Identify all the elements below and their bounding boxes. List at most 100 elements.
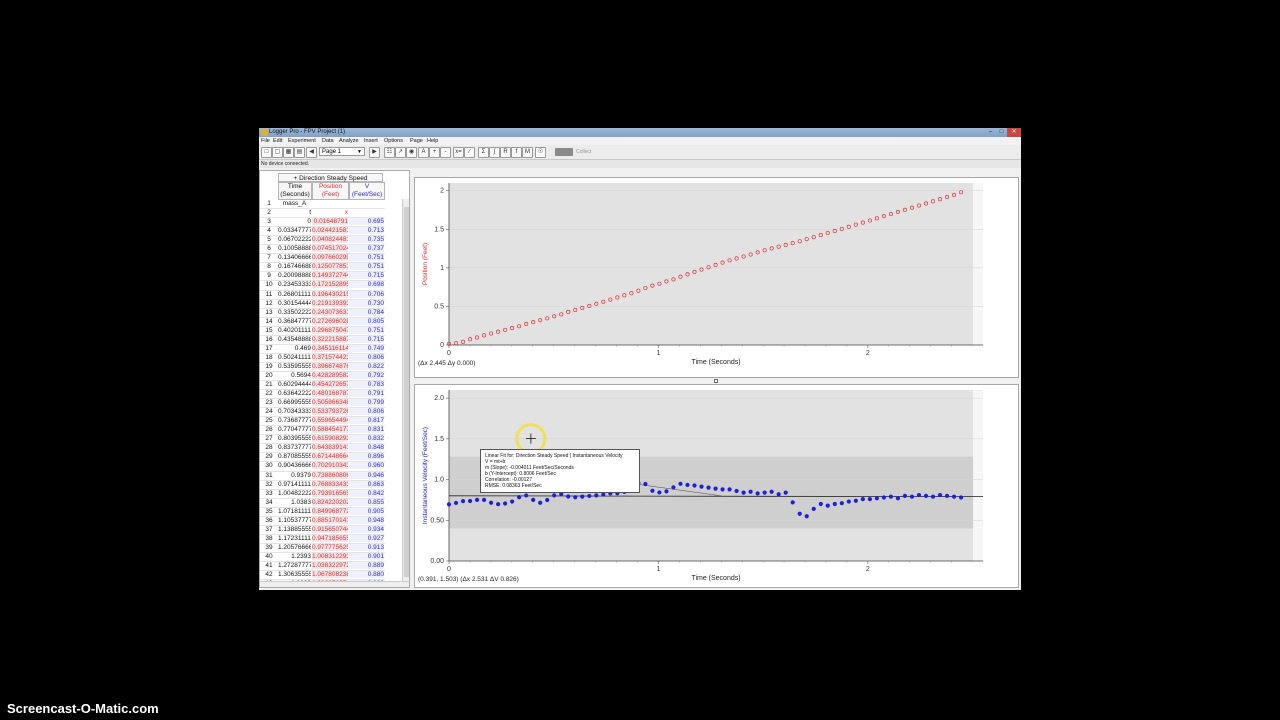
cell-time[interactable]: 1.306355556: [278, 571, 311, 578]
row-number[interactable]: 31: [260, 472, 278, 479]
zoom-in-icon[interactable]: +: [429, 147, 440, 158]
cell-velocity[interactable]: 0.751: [349, 263, 384, 271]
cell-velocity[interactable]: 0.783: [349, 381, 384, 388]
cell-velocity[interactable]: 0.799: [349, 399, 384, 407]
cell-time[interactable]: 0.167466889: [278, 263, 311, 270]
cell-velocity[interactable]: 0.805: [349, 317, 384, 325]
row-number[interactable]: 11: [260, 291, 278, 298]
cell-time[interactable]: 0.100588889: [278, 245, 311, 252]
cell-velocity[interactable]: 0.948: [349, 516, 384, 524]
scroll-thumb[interactable]: [404, 207, 409, 577]
cell-position[interactable]: 0.125077851: [312, 263, 348, 271]
row-number[interactable]: 20: [260, 372, 278, 379]
cell-position[interactable]: 0.296875047: [312, 326, 348, 334]
cell-time[interactable]: 1.2393: [278, 553, 311, 560]
cell-time[interactable]: 0.535955556: [278, 363, 311, 370]
row-number[interactable]: 5: [260, 236, 278, 243]
cell-time[interactable]: 1.205766667: [278, 544, 311, 551]
row-number[interactable]: 36: [260, 517, 278, 524]
cell-position[interactable]: 0.947185655: [312, 534, 348, 542]
zoom-out-icon[interactable]: -: [440, 147, 451, 158]
graph-icon[interactable]: ↗: [395, 147, 406, 158]
row-number[interactable]: 25: [260, 417, 278, 424]
cell-position[interactable]: 0.977775625: [312, 543, 348, 551]
cell-time[interactable]: 1.272877778: [278, 562, 311, 569]
cell-velocity[interactable]: 0.806: [349, 408, 384, 416]
row-number[interactable]: 10: [260, 281, 278, 288]
autoscale-icon[interactable]: A: [418, 147, 429, 158]
row-number[interactable]: 34: [260, 499, 278, 506]
cell-velocity[interactable]: 0.715: [349, 335, 384, 343]
row-number[interactable]: 28: [260, 444, 278, 451]
cell-position[interactable]: 0.322215887: [312, 335, 348, 343]
cell-velocity[interactable]: 0.749: [349, 344, 384, 352]
row-number[interactable]: 41: [260, 562, 278, 569]
cell-time[interactable]: 1.071811111: [278, 508, 311, 515]
print-icon[interactable]: ▤: [294, 147, 305, 158]
row-number[interactable]: 13: [260, 309, 278, 316]
cell-position[interactable]: 0.915650744: [312, 525, 348, 533]
cell-time[interactable]: 0.602944444: [278, 381, 311, 388]
cell-velocity[interactable]: 0.905: [349, 507, 384, 515]
menu-data[interactable]: Data: [322, 137, 334, 145]
cell-time[interactable]: 1.138855556: [278, 526, 311, 533]
lab-icon[interactable]: ☉: [535, 147, 546, 158]
cell-velocity[interactable]: 0.832: [349, 435, 384, 443]
column-header-velocity[interactable]: V (Feet/Sec): [349, 182, 385, 200]
row-number[interactable]: 29: [260, 453, 278, 460]
cell-velocity[interactable]: 0.927: [349, 534, 384, 542]
cell-position[interactable]: x: [312, 209, 348, 216]
open-folder-icon[interactable]: ▢: [272, 147, 283, 158]
cell-time[interactable]: 1.105377778: [278, 517, 311, 524]
cell-position[interactable]: 0.559654494: [312, 417, 348, 425]
cell-time[interactable]: 0.134066667: [278, 254, 311, 261]
cell-velocity[interactable]: 0.751: [349, 254, 384, 262]
cell-position[interactable]: 0.428289582: [312, 371, 348, 379]
row-number[interactable]: 40: [260, 553, 278, 560]
cell-velocity[interactable]: 0.831: [349, 426, 384, 434]
cell-velocity[interactable]: 0.901: [349, 552, 384, 560]
cell-time[interactable]: 0: [278, 218, 311, 225]
cell-time[interactable]: 0.971411111: [278, 481, 311, 488]
linear-fit-icon[interactable]: R: [500, 147, 511, 158]
cell-velocity[interactable]: 0.880: [349, 571, 384, 579]
cell-time[interactable]: 0.904366667: [278, 462, 311, 469]
cell-velocity[interactable]: 0.934: [349, 525, 384, 533]
cell-position[interactable]: 0.345116114: [312, 344, 348, 352]
row-number[interactable]: 24: [260, 408, 278, 415]
cell-position[interactable]: 0.849968772: [312, 507, 348, 515]
row-number[interactable]: 9: [260, 272, 278, 279]
close-icon[interactable]: ✕: [1007, 128, 1021, 137]
row-number[interactable]: 19: [260, 363, 278, 370]
row-number[interactable]: 8: [260, 263, 278, 270]
cell-velocity[interactable]: 0.784: [349, 308, 384, 316]
cell-position[interactable]: 0.643839141: [312, 444, 348, 452]
cell-velocity[interactable]: 0.855: [349, 498, 384, 506]
cell-velocity[interactable]: 0.791: [349, 390, 384, 398]
cell-position[interactable]: 0.768833433: [312, 480, 348, 488]
row-number[interactable]: 35: [260, 508, 278, 515]
cell-velocity[interactable]: 0.960: [349, 462, 384, 470]
menu-insert[interactable]: Insert: [364, 137, 378, 145]
row-number[interactable]: 17: [260, 345, 278, 352]
statistics-icon[interactable]: Σ: [478, 147, 489, 158]
menu-options[interactable]: Options: [384, 137, 403, 145]
cell-time[interactable]: 1.172311111: [278, 535, 311, 542]
row-number[interactable]: 30: [260, 462, 278, 469]
dataset-header[interactable]: + Direction Steady Speed: [278, 173, 383, 182]
row-number[interactable]: 37: [260, 526, 278, 533]
back-page-icon[interactable]: ◀: [306, 147, 317, 158]
position-graph[interactable]: 0 0.5 1 1.5 2 0 1 2 Time (Seconds) Position (Feet…: [414, 177, 1019, 378]
cell-velocity[interactable]: 0.863: [349, 480, 384, 488]
row-number[interactable]: 16: [260, 336, 278, 343]
cell-velocity[interactable]: 0.695: [349, 218, 384, 226]
cell-position[interactable]: 0.615908293: [312, 435, 348, 443]
cell-time[interactable]: 0.5694: [278, 372, 311, 379]
menu-edit[interactable]: Edit: [273, 137, 282, 145]
cell-velocity[interactable]: 0.751: [349, 326, 384, 334]
cell-position[interactable]: 0.480168787: [312, 390, 348, 398]
cell-position[interactable]: 0.172152895: [312, 281, 348, 289]
cell-time[interactable]: 0.636422222: [278, 390, 311, 397]
cell-time[interactable]: 0.502411111: [278, 354, 311, 361]
cell-time[interactable]: 0.870855556: [278, 453, 311, 460]
